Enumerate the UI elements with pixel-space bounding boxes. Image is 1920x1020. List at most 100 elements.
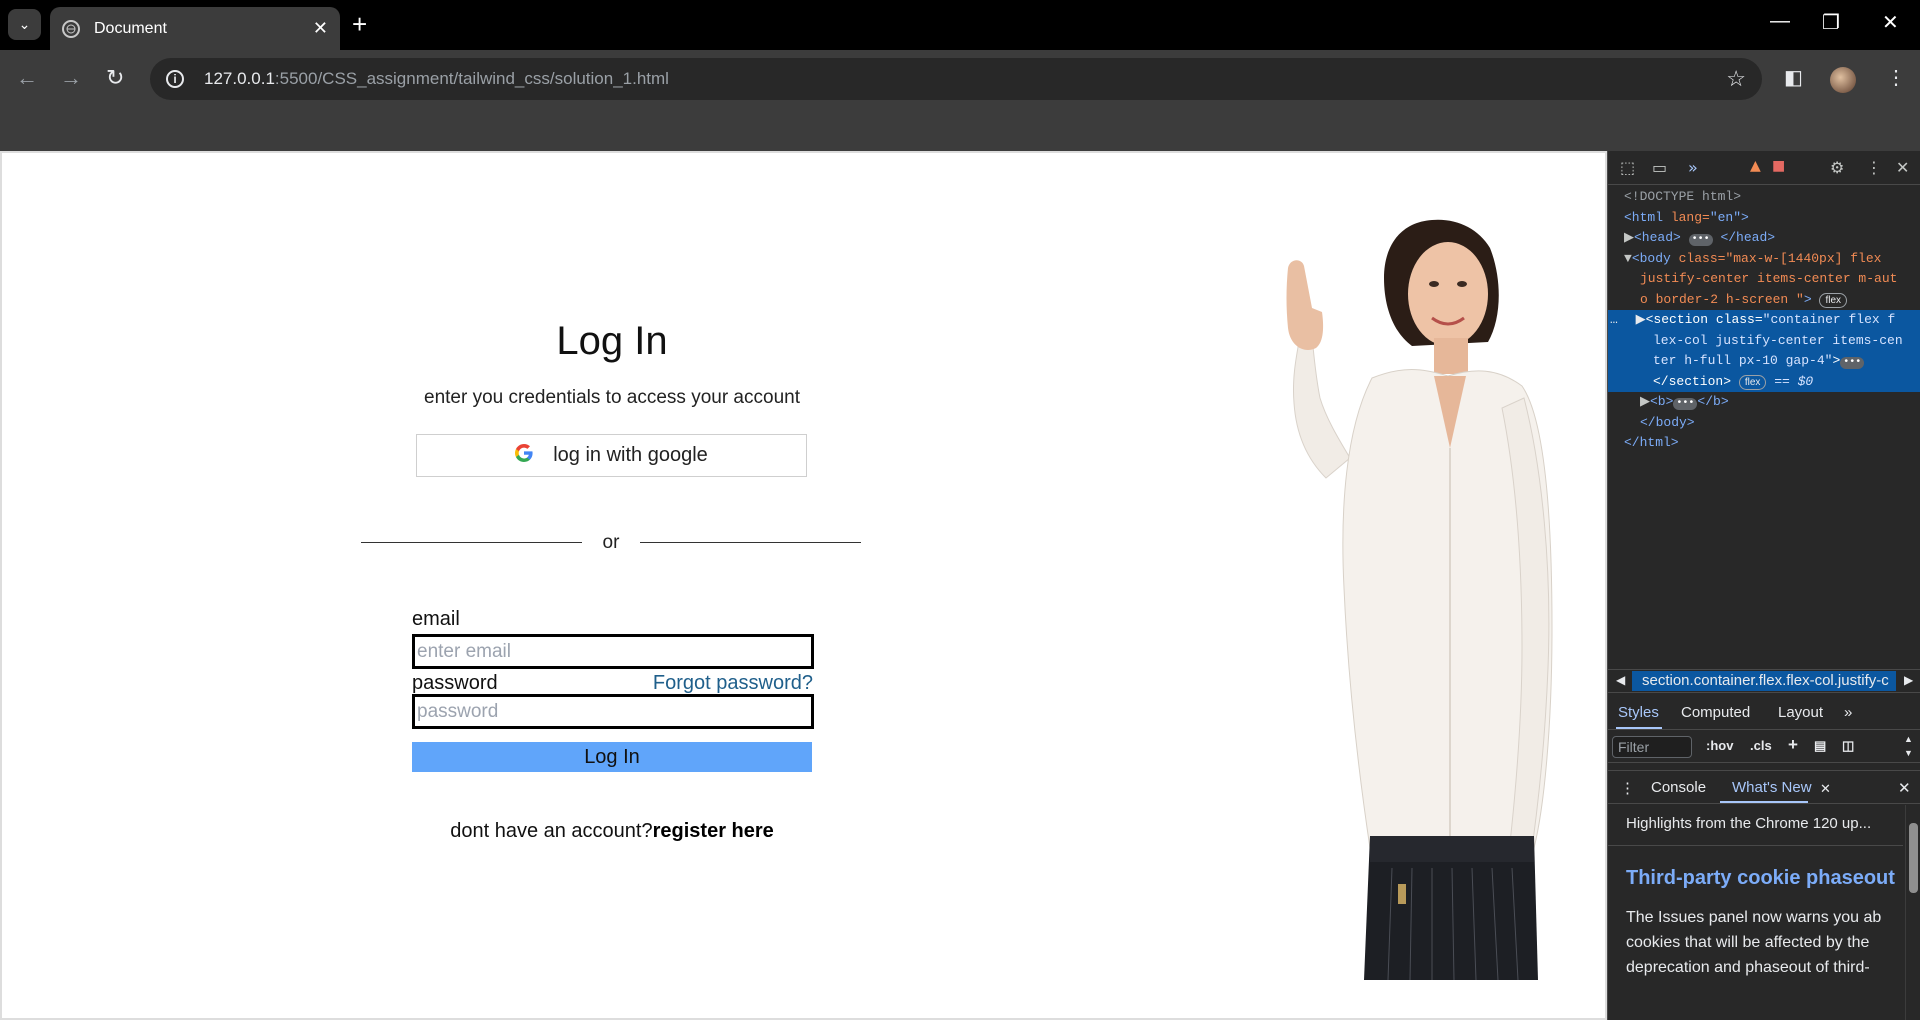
- whats-new-line: deprecation and phaseout of third-: [1626, 959, 1870, 976]
- close-drawer-icon[interactable]: ✕: [1898, 779, 1911, 797]
- scrollbar-thumb[interactable]: [1909, 823, 1918, 893]
- page-subtitle: enter you credentials to access your acc…: [424, 387, 800, 408]
- devtools-panel: ⬚ ▭ » ▲ ■ ⚙ ⋮ ✕ <!DOCTYPE html> <html la…: [1607, 151, 1920, 1020]
- row-options-icon[interactable]: …: [1610, 312, 1618, 327]
- minimize-icon[interactable]: —: [1770, 10, 1790, 33]
- tab-title: Document: [94, 19, 167, 37]
- tab-whats-new[interactable]: What's New: [1732, 779, 1812, 796]
- globe-icon: [62, 19, 80, 38]
- dom-head[interactable]: ▶<head> ••• </head>: [1608, 228, 1920, 249]
- inspect-element-icon[interactable]: ⬚: [1620, 158, 1635, 177]
- whats-new-highlight[interactable]: Highlights from the Chrome 120 up...: [1626, 815, 1871, 832]
- dom-section-cont-1: lex-col justify-center items-cen: [1608, 330, 1920, 351]
- dom-html-end[interactable]: </html>: [1608, 433, 1920, 454]
- restore-icon[interactable]: ❐: [1822, 10, 1840, 35]
- tab-computed[interactable]: Computed: [1681, 704, 1750, 721]
- scroll-down-icon[interactable]: ▼: [1904, 748, 1913, 758]
- expand-arrow-icon[interactable]: ▶: [1640, 394, 1650, 409]
- site-info-icon[interactable]: i: [166, 70, 184, 88]
- google-login-button[interactable]: log in with google: [416, 434, 807, 477]
- flex-badge[interactable]: flex: [1819, 292, 1848, 308]
- close-window-icon[interactable]: ✕: [1882, 10, 1899, 35]
- address-bar[interactable]: i 127.0.0.1:5500/CSS_assignment/tailwind…: [150, 58, 1762, 100]
- divider-line-left: [361, 542, 582, 543]
- bookmark-star-icon[interactable]: ☆: [1726, 66, 1746, 92]
- dom-breadcrumb: ◀ section.container.flex.flex-col.justif…: [1608, 669, 1920, 693]
- dom-body-cont-1: justify-center items-center m-aut: [1640, 271, 1898, 286]
- hero-woman-image: [1286, 219, 1553, 980]
- scroll-right-icon[interactable]: ▶: [1904, 673, 1913, 687]
- chevron-down-icon: ⌄: [18, 16, 31, 32]
- computed-sidebar-icon[interactable]: ◫: [1842, 738, 1854, 754]
- page-title: Log In: [556, 319, 668, 363]
- dom-section-cont-3: </section> flex == $0: [1608, 371, 1920, 392]
- expand-arrow-icon[interactable]: ▶: [1624, 230, 1634, 245]
- warning-icon[interactable]: ▲: [1750, 158, 1761, 174]
- drawer-tabbar: ⋮ Console What's New ✕ ✕: [1608, 770, 1920, 804]
- login-section: Log In enter you credentials to access y…: [332, 153, 892, 1018]
- dom-b[interactable]: ▶<b> ••• </b>: [1608, 392, 1920, 413]
- register-link[interactable]: register here: [653, 820, 774, 842]
- hov-toggle[interactable]: :hov: [1706, 738, 1733, 753]
- devtools-toolbar: ⬚ ▭ » ▲ ■ ⚙ ⋮ ✕: [1608, 151, 1920, 185]
- tab-search-button[interactable]: ⌄: [8, 9, 41, 40]
- paint-icon[interactable]: ▤: [1814, 738, 1826, 754]
- dom-doctype[interactable]: <!DOCTYPE html>: [1608, 187, 1920, 208]
- whats-new-heading[interactable]: Third-party cookie phaseout: [1626, 867, 1895, 890]
- profile-avatar[interactable]: [1830, 67, 1856, 93]
- login-submit-button[interactable]: Log In: [412, 742, 812, 772]
- devtools-menu-icon[interactable]: ⋮: [1866, 158, 1882, 177]
- password-label: password: [412, 672, 498, 694]
- device-toggle-icon[interactable]: ▭: [1652, 158, 1667, 177]
- reload-icon[interactable]: ↻: [106, 65, 124, 91]
- bookmarks-bar: [0, 108, 1920, 151]
- close-devtools-icon[interactable]: ✕: [1896, 158, 1909, 177]
- forward-icon[interactable]: →: [60, 65, 82, 91]
- scroll-up-icon[interactable]: ▲: [1904, 734, 1913, 744]
- close-tab-icon[interactable]: ✕: [1820, 781, 1831, 797]
- side-panel-icon[interactable]: ◧: [1784, 65, 1803, 90]
- whats-new-line: The Issues panel now warns you ab: [1626, 909, 1882, 926]
- styles-filter-input[interactable]: Filter: [1612, 736, 1692, 758]
- cls-toggle[interactable]: .cls: [1750, 738, 1772, 753]
- close-tab-icon[interactable]: ✕: [313, 18, 328, 39]
- settings-gear-icon[interactable]: ⚙: [1830, 158, 1844, 177]
- styles-tabbar: Styles Computed Layout »: [1608, 694, 1920, 730]
- tab-console[interactable]: Console: [1651, 779, 1706, 796]
- tab-layout[interactable]: Layout: [1778, 704, 1823, 721]
- browser-toolbar: ← → ↻ i 127.0.0.1:5500/CSS_assignment/ta…: [0, 50, 1920, 108]
- whats-new-panel: Highlights from the Chrome 120 up... Thi…: [1608, 805, 1920, 1020]
- scroll-left-icon[interactable]: ◀: [1616, 673, 1625, 687]
- password-field[interactable]: [412, 694, 814, 729]
- dom-section-cont-2: ter h-full px-10 gap-4"> •••: [1608, 351, 1920, 372]
- active-tab-indicator: [1616, 727, 1662, 729]
- divider-line-right: [640, 542, 861, 543]
- tab-styles[interactable]: Styles: [1618, 704, 1659, 721]
- dom-body-end[interactable]: </body>: [1608, 413, 1920, 434]
- page-viewport: Log In enter you credentials to access y…: [0, 151, 1607, 1020]
- url-text: 127.0.0.1:5500/CSS_assignment/tailwind_c…: [204, 69, 669, 88]
- whats-new-line: cookies that will be affected by the: [1626, 934, 1870, 951]
- browser-tab[interactable]: Document ✕: [50, 7, 340, 50]
- expand-arrow-icon[interactable]: ▶: [1636, 312, 1646, 327]
- dom-section-selected[interactable]: … ▶<section class="container flex f: [1608, 310, 1920, 331]
- menu-icon[interactable]: ⋮: [1886, 65, 1906, 90]
- email-label: email: [412, 608, 460, 630]
- dom-html[interactable]: <html lang="en">: [1608, 208, 1920, 229]
- drawer-menu-icon[interactable]: ⋮: [1620, 779, 1635, 797]
- add-rule-icon[interactable]: +: [1788, 735, 1798, 755]
- collapse-arrow-icon[interactable]: ▼: [1624, 251, 1632, 266]
- register-prompt-text: dont have an account?: [450, 820, 653, 842]
- new-tab-button[interactable]: +: [352, 11, 367, 37]
- email-field[interactable]: [412, 634, 814, 669]
- breadcrumb-item[interactable]: section.container.flex.flex-col.justify-…: [1632, 671, 1896, 691]
- whats-new-body: The Issues panel now warns you ab cookie…: [1626, 905, 1916, 980]
- back-icon[interactable]: ←: [16, 65, 38, 91]
- more-panels-icon[interactable]: »: [1688, 158, 1698, 177]
- flex-badge[interactable]: flex: [1738, 374, 1767, 390]
- forgot-password-link[interactable]: Forgot password?: [653, 672, 813, 695]
- dom-body[interactable]: ▼<body class="max-w-[1440px] flex: [1608, 249, 1920, 270]
- browser-title-bar: ⌄ Document ✕ + — ❐ ✕: [0, 0, 1920, 50]
- more-tabs-icon[interactable]: »: [1844, 704, 1852, 721]
- error-icon[interactable]: ■: [1772, 158, 1785, 174]
